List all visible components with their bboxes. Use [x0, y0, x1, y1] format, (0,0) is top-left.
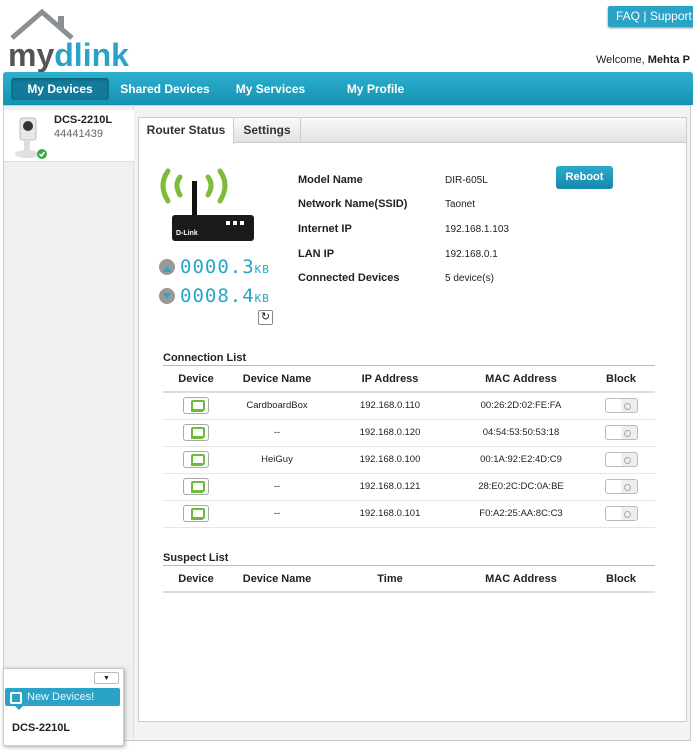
table-row: HeiGuy 192.168.0.100 00:1A:92:E2:4D:C9 — [163, 446, 655, 474]
upload-speed: 0000.3KB — [180, 256, 270, 278]
faq-link[interactable]: FAQ — [616, 9, 640, 23]
new-devices-banner[interactable]: New Devices! — [5, 688, 120, 710]
device-name-cell: -- — [229, 473, 325, 501]
mac-cell: 00:26:2D:02:FE:FA — [455, 392, 587, 420]
col-device: Device — [163, 366, 229, 393]
ip-cell: 192.168.0.100 — [325, 446, 455, 474]
table-row: -- 192.168.0.120 04:54:53:50:53:18 — [163, 419, 655, 447]
device-name-cell: -- — [229, 419, 325, 447]
dropdown-toggle[interactable]: ▼ — [94, 672, 119, 684]
router-image: D-Link — [160, 168, 254, 241]
computer-icon[interactable] — [183, 424, 209, 441]
col-mac: MAC Address — [455, 566, 587, 593]
computer-icon[interactable] — [183, 505, 209, 522]
block-toggle[interactable] — [604, 398, 638, 414]
upload-icon — [159, 259, 175, 275]
ssid-label: Network Name(SSID) — [298, 198, 408, 210]
ip-cell: 192.168.0.120 — [325, 419, 455, 447]
table-row: CardboardBox 192.168.0.110 00:26:2D:02:F… — [163, 392, 655, 420]
ip-cell: 192.168.0.101 — [325, 500, 455, 528]
device-name-cell: HeiGuy — [229, 446, 325, 474]
nav-my-profile[interactable]: My Profile — [333, 78, 418, 100]
block-toggle[interactable] — [604, 452, 638, 467]
lan-ip-value: 192.168.0.1 — [445, 249, 498, 260]
tab-settings[interactable]: Settings — [234, 118, 301, 143]
internet-ip-value: 192.168.1.103 — [445, 224, 509, 235]
model-name-value: DIR-605L — [445, 175, 488, 186]
nav-my-devices[interactable]: My Devices — [11, 78, 109, 100]
block-toggle[interactable] — [604, 479, 638, 494]
nav-my-services[interactable]: My Services — [228, 78, 313, 100]
nav-shared-devices[interactable]: Shared Devices — [115, 78, 215, 100]
tab-bar: Router Status Settings — [139, 118, 686, 144]
download-icon — [159, 288, 175, 304]
welcome-text: Welcome, Mehta P — [596, 54, 690, 66]
camera-icon — [15, 117, 47, 159]
col-device-name: Device Name — [229, 566, 325, 593]
device-name-cell: CardboardBox — [229, 392, 325, 420]
block-toggle[interactable] — [604, 425, 638, 440]
ip-cell: 192.168.0.110 — [325, 392, 455, 420]
col-time: Time — [325, 566, 455, 593]
block-toggle[interactable] — [604, 506, 638, 521]
device-list-item[interactable]: DCS-2210L 44441439 — [4, 110, 134, 162]
connection-table: Device Device Name IP Address MAC Addres… — [163, 366, 655, 528]
device-name: DCS-2210L — [54, 114, 113, 126]
download-speed: 0008.4KB — [180, 285, 270, 307]
connected-devices-value: 5 device(s) — [445, 273, 494, 284]
mydlink-logo[interactable]: mydlink — [8, 8, 148, 72]
ip-cell: 192.168.0.121 — [325, 473, 455, 501]
col-ip: IP Address — [325, 366, 455, 393]
col-device: Device — [163, 566, 229, 593]
col-block: Block — [587, 366, 655, 393]
col-block: Block — [587, 566, 655, 593]
help-links: FAQ | Support — [608, 6, 693, 27]
mac-cell: 00:1A:92:E2:4D:C9 — [455, 446, 587, 474]
computer-icon[interactable] — [183, 451, 209, 468]
mac-cell: F0:A2:25:AA:8C:C3 — [455, 500, 587, 528]
popup-device-name[interactable]: DCS-2210L — [12, 722, 70, 734]
svg-text:D-Link: D-Link — [176, 230, 198, 237]
internet-ip-label: Internet IP — [298, 223, 352, 235]
col-mac: MAC Address — [455, 366, 587, 393]
computer-icon[interactable] — [183, 478, 209, 495]
support-link[interactable]: Support — [650, 9, 692, 23]
connection-list-title: Connection List — [163, 352, 655, 366]
ssid-value: Taonet — [445, 199, 476, 210]
svg-text:mydlink: mydlink — [8, 37, 129, 72]
separator: | — [643, 9, 647, 23]
device-sidebar — [4, 106, 134, 738]
computer-icon[interactable] — [183, 397, 209, 415]
connected-devices-label: Connected Devices — [298, 272, 400, 284]
device-name-cell: -- — [229, 500, 325, 528]
lan-ip-label: LAN IP — [298, 248, 335, 260]
suspect-table: Device Device Name Time MAC Address Bloc… — [163, 566, 655, 593]
main-nav: My Devices Shared Devices My Services My… — [3, 72, 693, 105]
mac-cell: 04:54:53:50:53:18 — [455, 419, 587, 447]
model-name-label: Model Name — [298, 174, 363, 186]
refresh-button[interactable]: ↻ — [258, 310, 273, 325]
tab-router-status[interactable]: Router Status — [139, 118, 234, 144]
suspect-list-title: Suspect List — [163, 552, 655, 566]
user-name: Mehta P — [647, 54, 690, 66]
mac-cell: 28:E0:2C:DC:0A:BE — [455, 473, 587, 501]
reboot-button[interactable]: Reboot — [556, 166, 613, 189]
table-row: -- 192.168.0.101 F0:A2:25:AA:8C:C3 — [163, 500, 655, 528]
table-row: -- 192.168.0.121 28:E0:2C:DC:0A:BE — [163, 473, 655, 501]
col-device-name: Device Name — [229, 366, 325, 393]
device-id: 44441439 — [54, 128, 103, 140]
